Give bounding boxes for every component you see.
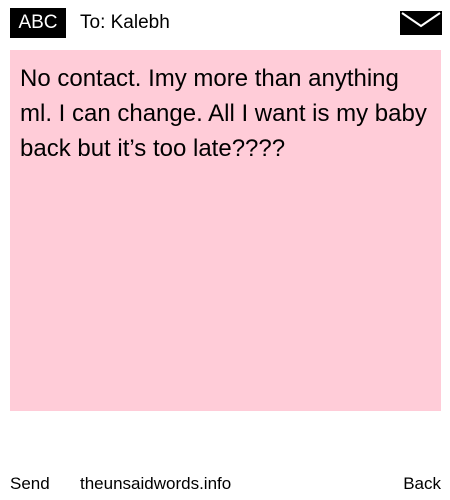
message-text: No contact. Imy more than anything ml. I… xyxy=(20,65,427,162)
footer-bar: Send theunsaidwords.info Back xyxy=(0,470,450,498)
input-mode-badge[interactable]: ABC xyxy=(10,8,66,38)
header-bar: ABC To: Kalebh xyxy=(0,0,450,46)
site-link[interactable]: theunsaidwords.info xyxy=(80,470,231,498)
send-button[interactable]: Send xyxy=(10,470,50,498)
message-body[interactable]: No contact. Imy more than anything ml. I… xyxy=(10,50,441,411)
envelope-icon xyxy=(400,11,442,35)
recipient-label: To: Kalebh xyxy=(80,12,170,33)
back-button[interactable]: Back xyxy=(403,470,441,498)
